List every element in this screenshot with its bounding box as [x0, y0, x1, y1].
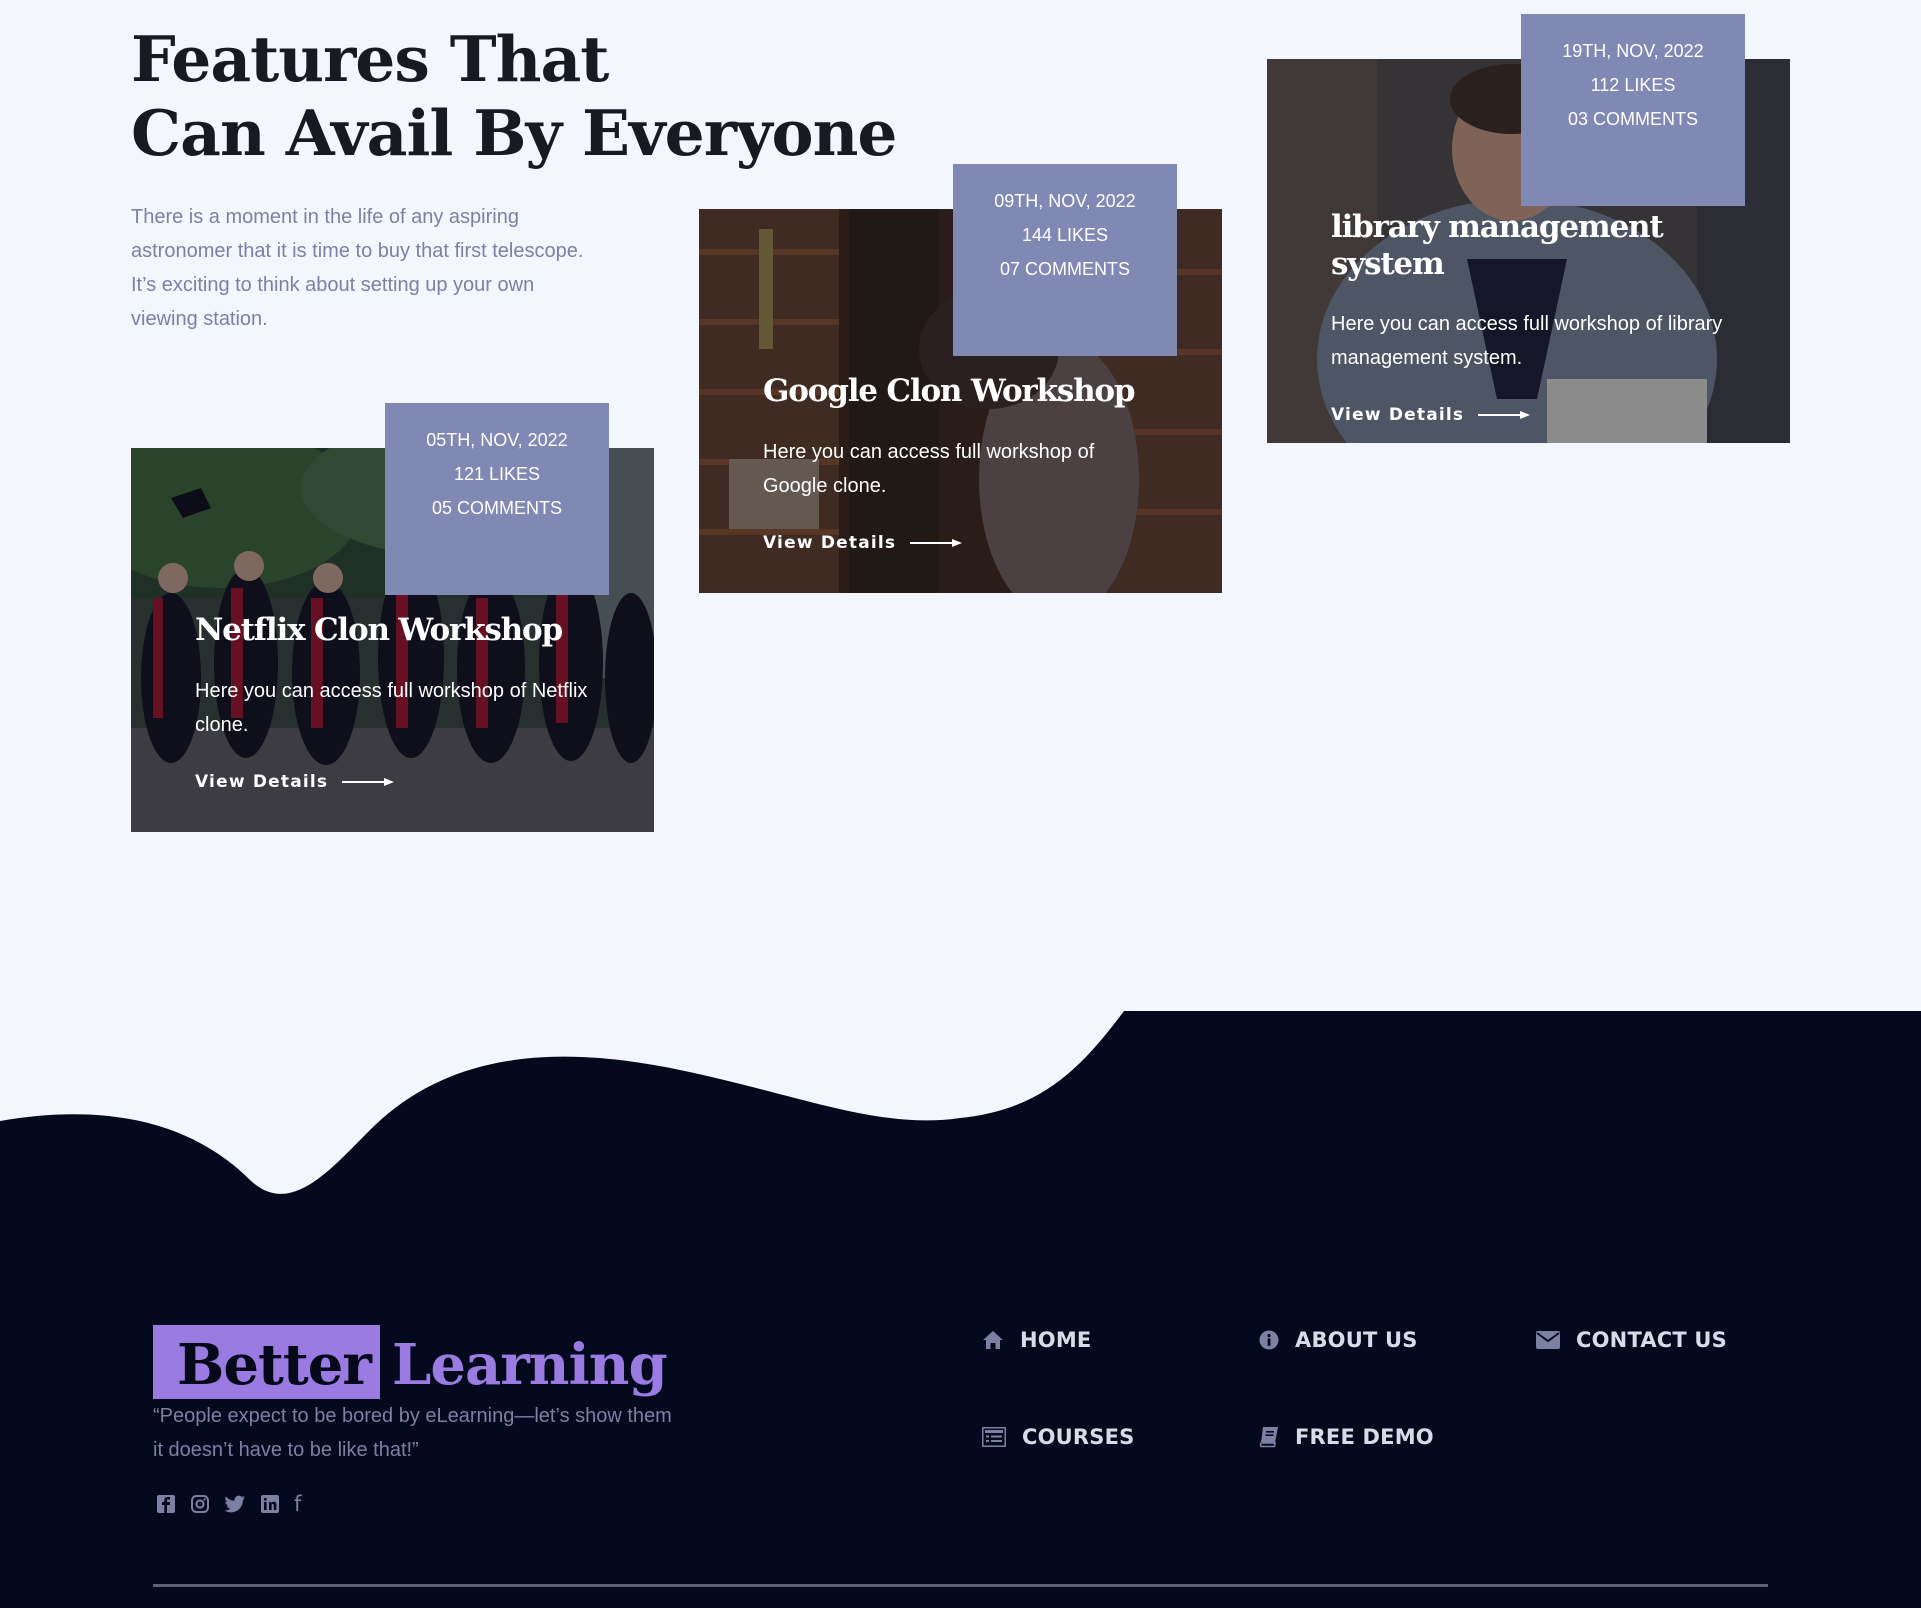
info-icon	[1259, 1330, 1279, 1350]
workshop-card-google: 09TH, NOV, 2022 144 LIKES 07 COMMENTS Go…	[699, 164, 1222, 593]
card-meta-box: 09TH, NOV, 2022 144 LIKES 07 COMMENTS	[953, 164, 1177, 356]
view-details-label: View Details	[1331, 405, 1465, 425]
card-likes: 144 LIKES	[1021, 225, 1109, 245]
card-comments: 07 COMMENTS	[999, 259, 1131, 279]
heading-line-1: Features That	[131, 22, 609, 96]
social-links: f	[156, 1494, 301, 1515]
footer-nav-contact-us[interactable]: CONTACT US	[1536, 1328, 1727, 1352]
nav-label: HOME	[1020, 1328, 1092, 1352]
section-intro: There is a moment in the life of any asp…	[131, 206, 584, 330]
card-description: Here you can access full workshop of Net…	[195, 680, 588, 736]
view-details-link[interactable]: View Details	[1331, 405, 1531, 425]
arrow-right-icon	[342, 778, 395, 786]
card-title: library management system	[1331, 209, 1664, 282]
view-details-link[interactable]: View Details	[763, 533, 963, 553]
list-icon	[982, 1427, 1006, 1447]
logo-word-learning: Learning	[392, 1332, 668, 1398]
footer-divider	[153, 1584, 1768, 1587]
card-meta-box: 19TH, NOV, 2022 112 LIKES 03 COMMENTS	[1521, 14, 1745, 206]
facebook-square-icon[interactable]	[156, 1494, 176, 1514]
card-description: Here you can access full workshop of lib…	[1331, 313, 1723, 369]
card-date: 19TH, NOV, 2022	[1562, 41, 1704, 61]
footer-background	[0, 1011, 1921, 1608]
footer-tagline: “People expect to be bored by eLearning—…	[153, 1405, 672, 1461]
envelope-icon	[1536, 1331, 1560, 1349]
nav-label: COURSES	[1022, 1425, 1135, 1449]
section-heading: Features That Can Avail By Everyone	[131, 22, 897, 170]
view-details-label: View Details	[763, 533, 897, 553]
card-date: 09TH, NOV, 2022	[994, 191, 1136, 211]
logo-word-better: Better	[177, 1332, 372, 1398]
workshop-card-netflix: 05TH, NOV, 2022 121 LIKES 05 COMMENTS Ne…	[131, 403, 654, 832]
workshop-card-library: 19TH, NOV, 2022 112 LIKES 03 COMMENTS li…	[1267, 14, 1790, 443]
card-title: Netflix Clon Workshop	[195, 612, 563, 648]
card-title: Google Clon Workshop	[763, 373, 1136, 409]
card-description: Here you can access full workshop of Goo…	[763, 441, 1095, 497]
card-likes: 121 LIKES	[453, 464, 541, 484]
card-date: 05TH, NOV, 2022	[426, 430, 568, 450]
arrow-right-icon	[910, 539, 963, 547]
nav-label: FREE DEMO	[1295, 1425, 1434, 1449]
footer-nav-about-us[interactable]: ABOUT US	[1259, 1328, 1418, 1352]
footer-nav-free-demo[interactable]: FREE DEMO	[1259, 1425, 1434, 1449]
nav-label: ABOUT US	[1295, 1328, 1418, 1352]
card-likes: 112 LIKES	[1590, 75, 1676, 95]
view-details-label: View Details	[195, 772, 329, 792]
heading-line-2: Can Avail By Everyone	[131, 96, 897, 170]
linkedin-icon[interactable]	[260, 1494, 280, 1514]
view-details-link[interactable]: View Details	[195, 772, 395, 792]
card-comments: 05 COMMENTS	[431, 498, 563, 518]
card-comments: 03 COMMENTS	[1567, 109, 1699, 129]
nav-label: CONTACT US	[1576, 1328, 1728, 1352]
twitter-icon[interactable]	[224, 1494, 246, 1514]
footer-nav-home[interactable]: HOME	[982, 1328, 1091, 1352]
book-icon	[1259, 1427, 1278, 1448]
arrow-right-icon	[1478, 411, 1531, 419]
home-icon	[983, 1331, 1003, 1349]
footer-nav-courses[interactable]: COURSES	[982, 1425, 1134, 1449]
facebook-icon[interactable]: f	[294, 1494, 301, 1515]
instagram-icon[interactable]	[190, 1494, 210, 1514]
card-meta-box: 05TH, NOV, 2022 121 LIKES 05 COMMENTS	[385, 403, 609, 595]
